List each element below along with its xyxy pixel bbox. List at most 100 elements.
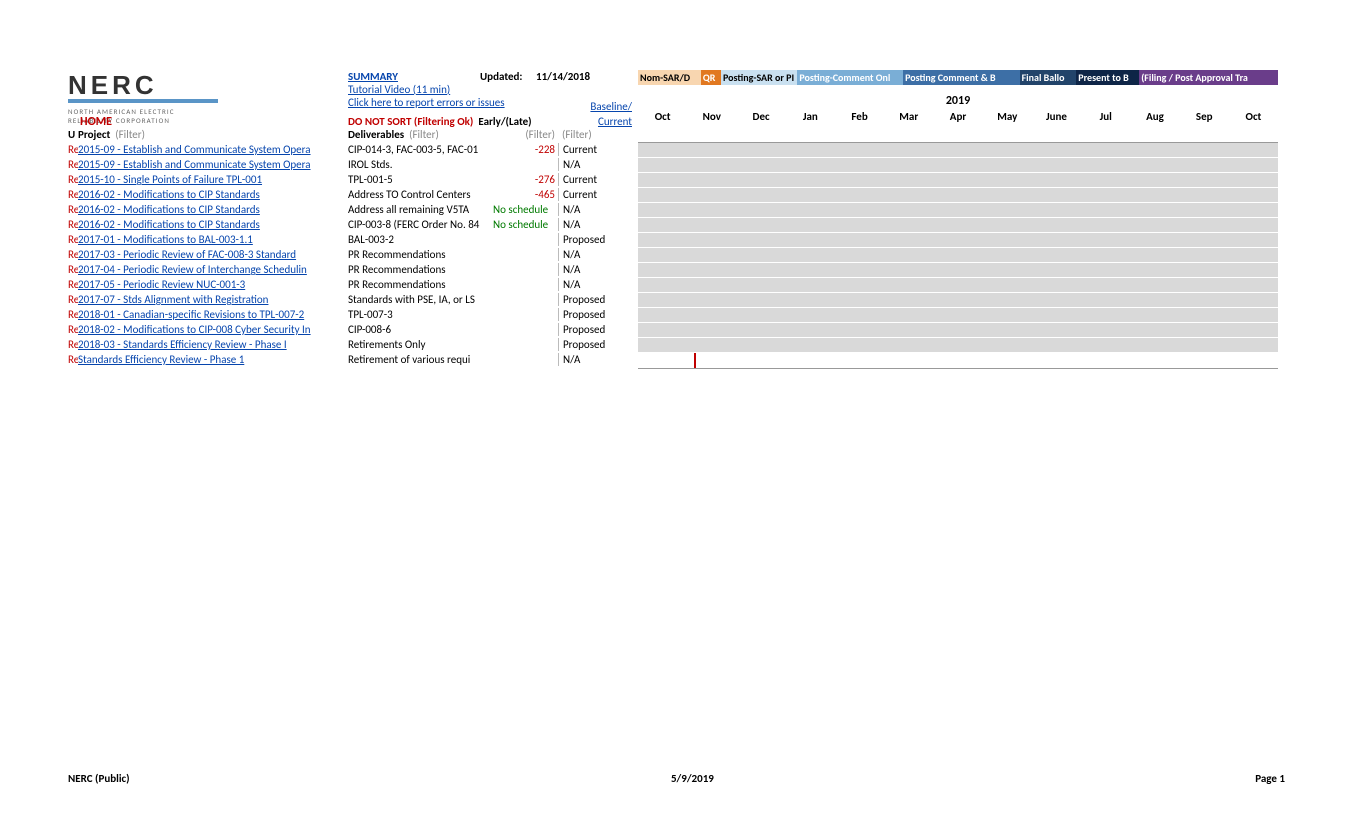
- table-row: Re2018-03 - Standards Efficiency Review …: [68, 337, 633, 352]
- row-u: Re: [68, 338, 78, 351]
- status-cell: Proposed: [558, 338, 626, 351]
- status-cell: N/A: [558, 248, 626, 261]
- summary-link[interactable]: SUMMARY: [348, 70, 398, 83]
- project-link[interactable]: 2017-01 - Modifications to BAL-003-1.1: [78, 233, 253, 246]
- deliverable-cell: Retirement of various requi: [348, 353, 493, 366]
- month-oct: Oct: [1229, 110, 1278, 123]
- col-u-header: U: [68, 128, 78, 141]
- deliverable-cell: Address TO Control Centers: [348, 188, 493, 201]
- deliverable-cell: PR Recommendations: [348, 263, 493, 276]
- project-link[interactable]: 2017-04 - Periodic Review of Interchange…: [78, 263, 307, 276]
- project-link[interactable]: 2015-10 - Single Points of Failure TPL-0…: [78, 173, 262, 186]
- gantt-row: [638, 248, 1278, 263]
- row-u: Re: [68, 158, 78, 171]
- status-cell: N/A: [558, 278, 626, 291]
- row-u: Re: [68, 263, 78, 276]
- status-cell: N/A: [558, 203, 626, 216]
- status-cell: Proposed: [558, 293, 626, 306]
- project-link[interactable]: 2016-02 - Modifications to CIP Standards: [78, 188, 260, 201]
- month-apr: Apr: [933, 110, 982, 123]
- project-link[interactable]: 2017-03 - Periodic Review of FAC-008-3 S…: [78, 248, 296, 261]
- row-u: Re: [68, 203, 78, 216]
- table-row: Re2016-02 - Modifications to CIP Standar…: [68, 217, 633, 232]
- table-row: Re2017-07 - Stds Alignment with Registra…: [68, 292, 633, 307]
- status-cell: Proposed: [558, 233, 626, 246]
- gantt-grid: [638, 142, 1278, 369]
- deliverable-cell: Retirements Only: [348, 338, 493, 351]
- project-link[interactable]: 2018-02 - Modifications to CIP-008 Cyber…: [78, 323, 311, 336]
- report-errors-link[interactable]: Click here to report errors or issues: [348, 96, 505, 109]
- legend-final-ballot: Final Ballo: [1020, 70, 1077, 85]
- footer-center: 5/9/2019: [671, 772, 714, 785]
- month-dec: Dec: [736, 110, 785, 123]
- table-header-row: U Project (Filter) Deliverables (Filter)…: [68, 127, 633, 142]
- project-link[interactable]: 2018-03 - Standards Efficiency Review - …: [78, 338, 287, 351]
- col-project-header: Project (Filter): [78, 128, 348, 141]
- status-cell: N/A: [558, 263, 626, 276]
- row-u: Re: [68, 278, 78, 291]
- legend-posting-comment-only: Posting-Comment Onl: [797, 70, 903, 85]
- early-filter[interactable]: (Filter): [493, 128, 558, 141]
- legend-present-to-b: Present to B: [1076, 70, 1139, 85]
- month-june: June: [1032, 110, 1081, 123]
- early-late-cell: -465: [493, 188, 558, 201]
- status-cell: Current: [558, 143, 626, 156]
- early-late-cell: No schedule: [493, 203, 558, 216]
- gantt-row: [638, 323, 1278, 338]
- project-link[interactable]: 2015-09 - Establish and Communicate Syst…: [78, 143, 311, 156]
- early-late-cell: -228: [493, 143, 558, 156]
- table-row: Re2015-09 - Establish and Communicate Sy…: [68, 142, 633, 157]
- row-u: Re: [68, 188, 78, 201]
- table-row: Re2017-05 - Periodic Review NUC-001-3PR …: [68, 277, 633, 292]
- deliverables-filter[interactable]: (Filter): [409, 128, 439, 141]
- deliverable-cell: TPL-007-3: [348, 308, 493, 321]
- table-row: Re2015-10 - Single Points of Failure TPL…: [68, 172, 633, 187]
- row-u: Re: [68, 233, 78, 246]
- month-jan: Jan: [786, 110, 835, 123]
- legend-bar: Nom-SAR/D QR Posting-SAR or PI Posting-C…: [638, 70, 1278, 85]
- today-marker: [694, 353, 696, 368]
- table-row: Re2018-02 - Modifications to CIP-008 Cyb…: [68, 322, 633, 337]
- project-link[interactable]: 2018-01 - Canadian-specific Revisions to…: [78, 308, 304, 321]
- project-link[interactable]: 2017-05 - Periodic Review NUC-001-3: [78, 278, 245, 291]
- month-aug: Aug: [1130, 110, 1179, 123]
- row-u: Re: [68, 173, 78, 186]
- col-deliverables-header: Deliverables (Filter): [348, 128, 493, 141]
- legend-qr: QR: [701, 70, 721, 85]
- gantt-row: [638, 353, 1278, 368]
- status-cell: N/A: [558, 218, 626, 231]
- month-oct: Oct: [638, 110, 687, 123]
- gantt-row: [638, 173, 1278, 188]
- month-sep: Sep: [1180, 110, 1229, 123]
- logo-text: NERC: [68, 70, 348, 101]
- status-cell: Proposed: [558, 323, 626, 336]
- row-u: Re: [68, 248, 78, 261]
- gantt-row: [638, 188, 1278, 203]
- tutorial-link[interactable]: Tutorial Video (11 min): [348, 83, 450, 96]
- table-row: Re2017-04 - Periodic Review of Interchan…: [68, 262, 633, 277]
- baseline-link[interactable]: Baseline/: [590, 100, 632, 113]
- early-late-cell: -276: [493, 173, 558, 186]
- project-link[interactable]: Standards Efficiency Review - Phase 1: [78, 353, 244, 366]
- footer-left: NERC (Public): [68, 772, 130, 785]
- month-nov: Nov: [687, 110, 736, 123]
- project-filter[interactable]: (Filter): [115, 128, 145, 141]
- table-row: Re2015-09 - Establish and Communicate Sy…: [68, 157, 633, 172]
- project-link[interactable]: 2016-02 - Modifications to CIP Standards: [78, 203, 260, 216]
- gantt-row: [638, 263, 1278, 278]
- deliverable-cell: TPL-001-5: [348, 173, 493, 186]
- page-footer: NERC (Public) 5/9/2019 Page 1: [68, 772, 1285, 785]
- gantt-row: [638, 203, 1278, 218]
- status-filter[interactable]: (Filter): [558, 128, 626, 141]
- table-row: Re2018-01 - Canadian-specific Revisions …: [68, 307, 633, 322]
- project-link[interactable]: 2017-07 - Stds Alignment with Registrati…: [78, 293, 268, 306]
- legend-nom-sar: Nom-SAR/D: [638, 70, 701, 85]
- project-link[interactable]: 2015-09 - Establish and Communicate Syst…: [78, 158, 311, 171]
- deliverable-cell: Address all remaining V5TA: [348, 203, 493, 216]
- status-cell: N/A: [558, 353, 626, 366]
- row-u: Re: [68, 293, 78, 306]
- gantt-row: [638, 158, 1278, 173]
- gantt-row: [638, 143, 1278, 158]
- legend-posting-comment-b: Posting Comment & B: [903, 70, 1020, 85]
- project-link[interactable]: 2016-02 - Modifications to CIP Standards: [78, 218, 260, 231]
